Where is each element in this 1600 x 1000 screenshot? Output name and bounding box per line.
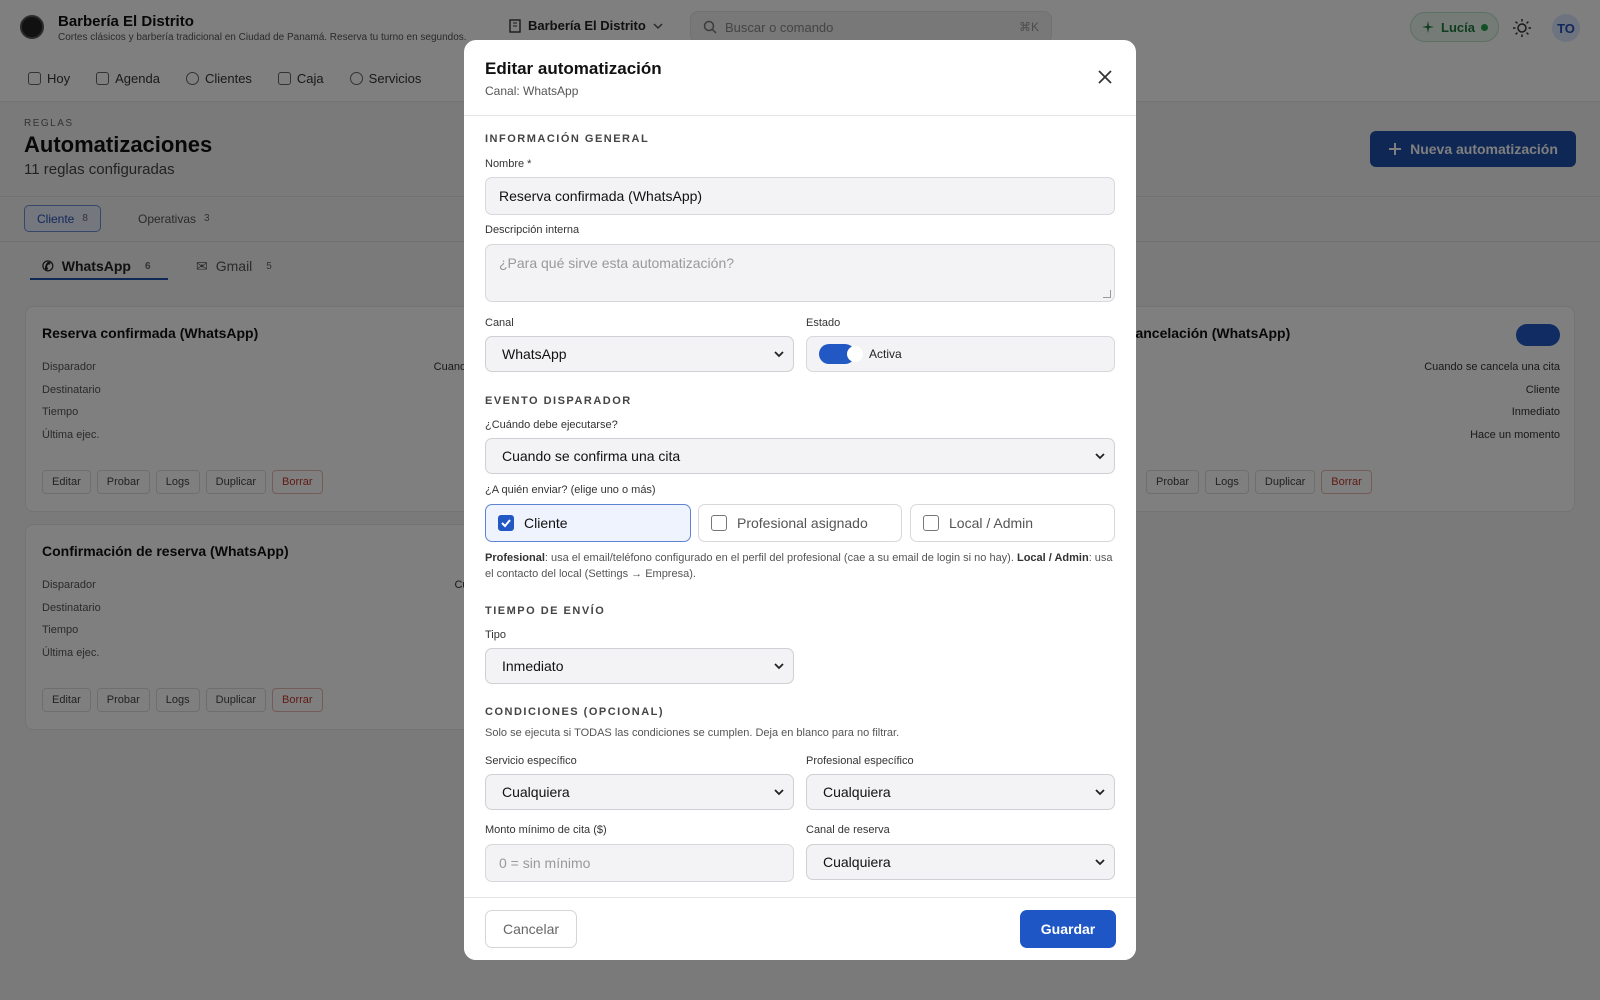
professional-value: Cualquiera <box>823 784 891 800</box>
timing-type-select[interactable]: Inmediato <box>485 648 794 684</box>
recipient-local-checkbox[interactable]: Local / Admin <box>910 504 1115 542</box>
resize-handle-icon[interactable] <box>1103 290 1111 298</box>
chevron-down-icon <box>774 663 784 670</box>
chevron-down-icon <box>1095 453 1105 460</box>
chevron-down-icon <box>774 351 784 358</box>
name-input[interactable]: Reserva confirmada (WhatsApp) <box>485 177 1115 215</box>
channel-label: Canal <box>485 317 514 329</box>
trigger-select[interactable]: Cuando se confirma una cita <box>485 438 1115 474</box>
min-amount-label: Monto mínimo de cita ($) <box>485 824 607 836</box>
cancel-button[interactable]: Cancelar <box>485 910 577 948</box>
dialog-subtitle: Canal: WhatsApp <box>485 84 579 98</box>
conditions-help: Solo se ejecuta si TODAS las condiciones… <box>485 727 900 739</box>
section-heading: EVENTO DISPARADOR <box>485 395 632 407</box>
dialog-title: Editar automatización <box>485 59 662 78</box>
section-heading: INFORMACIÓN GENERAL <box>485 133 650 145</box>
status-label: Estado <box>806 317 841 329</box>
trigger-label: ¿Cuándo debe ejecutarse? <box>485 419 618 431</box>
description-textarea[interactable]: ¿Para qué sirve esta automatización? <box>485 244 1115 302</box>
channel-value: WhatsApp <box>502 346 567 362</box>
status-toggle[interactable] <box>819 344 863 364</box>
description-placeholder: ¿Para qué sirve esta automatización? <box>499 255 735 271</box>
chevron-down-icon <box>1095 859 1105 866</box>
channel-select[interactable]: WhatsApp <box>485 336 794 372</box>
service-select[interactable]: Cualquiera <box>485 774 794 810</box>
min-amount-input[interactable]: 0 = sin mínimo <box>485 844 794 882</box>
booking-channel-label: Canal de reserva <box>806 824 890 836</box>
edit-automation-dialog: Editar automatización Canal: WhatsApp IN… <box>464 40 1136 960</box>
chevron-down-icon <box>774 789 784 796</box>
recipients-help: Profesional: usa el email/teléfono confi… <box>485 550 1115 582</box>
timing-type-value: Inmediato <box>502 658 564 674</box>
professional-label: Profesional específico <box>806 755 914 767</box>
recipient-cliente-checkbox[interactable]: Cliente <box>485 504 691 542</box>
close-icon[interactable] <box>1096 68 1114 86</box>
name-label: Nombre * <box>485 158 532 170</box>
recipient-label: Profesional asignado <box>737 515 868 531</box>
recipients-label: ¿A quién enviar? (elige uno o más) <box>485 484 656 496</box>
recipient-label: Cliente <box>524 515 568 531</box>
status-field: Activa <box>806 336 1115 372</box>
recipient-label: Local / Admin <box>949 515 1034 531</box>
section-heading: CONDICIONES (OPCIONAL) <box>485 706 665 718</box>
booking-channel-select[interactable]: Cualquiera <box>806 844 1115 880</box>
service-label: Servicio específico <box>485 755 577 767</box>
save-button[interactable]: Guardar <box>1020 910 1116 948</box>
professional-select[interactable]: Cualquiera <box>806 774 1115 810</box>
description-label: Descripción interna <box>485 224 580 236</box>
status-value: Activa <box>869 347 902 361</box>
type-label: Tipo <box>485 629 506 641</box>
booking-channel-value: Cualquiera <box>823 854 891 870</box>
dialog-header: Editar automatización Canal: WhatsApp <box>464 40 1136 116</box>
recipient-profesional-checkbox[interactable]: Profesional asignado <box>698 504 902 542</box>
checkbox-icon <box>923 515 939 531</box>
chevron-down-icon <box>1095 789 1105 796</box>
check-icon <box>498 515 514 531</box>
dialog-footer: Cancelar Guardar <box>464 897 1136 960</box>
trigger-value: Cuando se confirma una cita <box>502 448 681 464</box>
service-value: Cualquiera <box>502 784 570 800</box>
checkbox-icon <box>711 515 727 531</box>
help-term: Local / Admin <box>1016 552 1089 564</box>
help-term: Profesional <box>485 552 545 564</box>
section-heading: TIEMPO DE ENVÍO <box>485 605 606 617</box>
help-text: : usa el email/teléfono configurado en e… <box>544 552 1017 564</box>
